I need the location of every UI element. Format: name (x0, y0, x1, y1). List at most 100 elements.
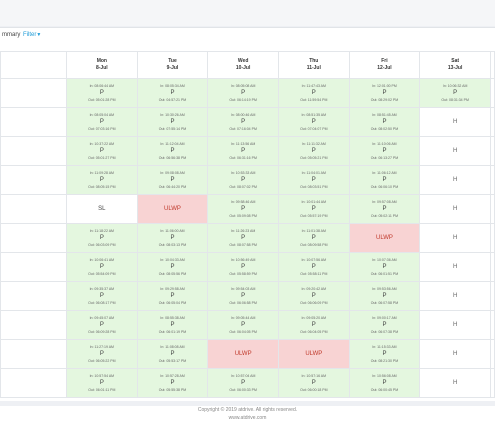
day-date: 8-Jul (95, 65, 108, 71)
attendance-cell-present[interactable]: In: 08:51:35 AM P Out: 07:04:07 PM (277, 107, 350, 137)
attendance-cell-present[interactable]: In: 11:13:56 AM P Out: 06:31:16 PM (207, 136, 279, 166)
attendance-cell-holiday[interactable]: H (419, 368, 491, 398)
attendance-cell-present[interactable]: In: 10:07:36 AM P Out: 06:01:51 PM (348, 252, 421, 282)
check-out-time: Out: 06:08:17 PM (88, 300, 116, 305)
attendance-cell-present[interactable]: In: 08:06:44 AM P Out: 05:01:28 PM (66, 78, 138, 108)
attendance-cell-holiday[interactable]: H (419, 136, 491, 166)
filter-button[interactable]: Filter▼ (23, 32, 41, 38)
attendance-cell-present[interactable]: In: 09:57:08 AM P Out: 05:02:11 PM (348, 194, 421, 224)
attendance-cell-present[interactable]: In: 10:56:49 AM P Out: 05:58:59 PM (207, 252, 279, 282)
attendance-cell-present[interactable]: In: 11:04:01 AM P Out: 08:03:51 PM (277, 165, 350, 195)
attendance-cell-ulwp[interactable]: ULWP (136, 194, 209, 224)
status-code: P (170, 234, 175, 241)
check-out-time: Out: 06:14:19 PM (229, 97, 257, 102)
status-code: H (452, 147, 458, 154)
attendance-table: Mon 8-Jul Tue 9-Jul Wed 10-Jul Thu 11-Jul Fr… (0, 51, 495, 398)
next-day-cell (490, 310, 495, 340)
attendance-cell-present[interactable]: In: 08:00:46 AM P Out: 07:16:04 PM (207, 107, 279, 137)
attendance-cell-present[interactable]: In: 08:05:04 AM P Out: 07:03:16 PM (66, 107, 138, 137)
check-out-time: Out: 06:06:10 PM (370, 184, 399, 189)
attendance-cell-holiday[interactable]: H (419, 194, 491, 224)
attendance-cell-present[interactable]: In: 10:30:26 AM P Out: 07:55:14 PM (136, 107, 209, 137)
attendance-cell-present[interactable]: In: 10:57:54 AM P Out: 06:01:11 PM (66, 368, 138, 398)
check-out-time: Out: 06:05:04 PM (158, 300, 187, 305)
site-link[interactable]: www.atdrive.com (0, 414, 495, 422)
attendance-cell-present[interactable]: In: 10:53:33 AM P Out: 08:07:02 PM (207, 165, 279, 195)
attendance-cell-present[interactable]: In: 09:35:37 AM P Out: 06:08:17 PM (66, 281, 138, 311)
attendance-cell-holiday[interactable]: H (419, 252, 491, 282)
day-name: Thu (309, 58, 319, 64)
attendance-cell-holiday[interactable]: H (419, 165, 491, 195)
attendance-cell-present[interactable]: In: 11:06:12 AM P Out: 06:06:10 PM (348, 165, 421, 195)
status-code: P (241, 379, 246, 386)
attendance-cell-ulwp[interactable]: ULWP (348, 223, 421, 253)
attendance-cell-present[interactable]: In: 10:57:04 AM P Out: 06:00:33 PM (207, 368, 279, 398)
attendance-cell-sl[interactable]: SL (66, 194, 138, 224)
attendance-cell-present[interactable]: In: 11:01:38 AM P Out: 08:09:58 PM (277, 223, 350, 253)
status-code: P (170, 263, 175, 270)
attendance-cell-present[interactable]: In: 09:53:56 AM P Out: 06:07:58 PM (348, 281, 421, 311)
attendance-cell-holiday[interactable]: H (419, 281, 491, 311)
attendance-cell-present[interactable]: In: 11:08:08 AM P Out: 05:53:17 PM (136, 339, 209, 369)
attendance-cell-present[interactable]: In: 10:04:33 AM P Out: 08:05:56 PM (136, 252, 209, 282)
attendance-cell-present[interactable]: In: 11:47:43 AM P Out: 11:59:54 PM (277, 78, 350, 108)
attendance-cell-present[interactable]: In: 08:55:38 AM P Out: 06:01:19 PM (136, 310, 209, 340)
status-code: P (382, 205, 387, 212)
attendance-cell-present[interactable]: In: 11:10:06 AM P Out: 06:13:27 PM (348, 136, 421, 166)
check-out-time: Out: 06:06:09 PM (300, 300, 328, 305)
check-out-time: Out: 06:13:27 PM (370, 155, 399, 160)
attendance-cell-present[interactable]: In: 11:26:23 AM P Out: 08:07:58 PM (207, 223, 279, 253)
attendance-cell-present[interactable]: In: 10:01:44 AM P Out: 05:57:19 PM (277, 194, 350, 224)
attendance-cell-holiday[interactable]: H (419, 223, 491, 253)
attendance-cell-holiday[interactable]: H (419, 310, 491, 340)
attendance-cell-present[interactable]: In: 11:18:22 AM P Out: 06:03:09 PM (66, 223, 138, 253)
attendance-cell-present[interactable]: In: 11:09:28 AM P Out: 08:05:15 PM (66, 165, 138, 195)
attendance-cell-present[interactable]: In: 10:06:41 AM P Out: 05:54:09 PM (66, 252, 138, 282)
attendance-cell-present[interactable]: In: 09:54:03 AM P Out: 06:06:58 PM (207, 281, 279, 311)
attendance-cell-present[interactable]: In: 10:56:08 AM P Out: 06:00:45 PM (348, 368, 421, 398)
check-out-time: Out: 07:16:04 PM (229, 126, 257, 131)
attendance-cell-present[interactable]: In: 09:00:17 AM P Out: 06:07:38 PM (348, 310, 421, 340)
attendance-cell-ulwp[interactable]: ULWP (277, 339, 350, 369)
day-name: Fri (381, 58, 388, 64)
check-out-time: Out: 06:00:33 PM (229, 387, 257, 392)
attendance-cell-present[interactable]: In: 08:05:08 AM P Out: 06:14:19 PM (207, 78, 279, 108)
check-out-time: Out: 08:09:58 PM (300, 242, 328, 247)
attendance-cell-present[interactable]: In: 09:29:58 AM P Out: 06:05:04 PM (136, 281, 209, 311)
check-out-time: Out: 07:55:14 PM (158, 126, 187, 131)
status-code: H (452, 292, 458, 299)
attendance-cell-present[interactable]: In: 10:57:16 AM P Out: 06:00:18 PM (277, 368, 350, 398)
attendance-cell-present[interactable]: In: 08:51:45 AM P Out: 08:02:50 PM (348, 107, 421, 137)
header-row: Mon 8-Jul Tue 9-Jul Wed 10-Jul Thu 11-Jul Fr… (0, 51, 495, 79)
attendance-cell-present[interactable]: In: 10:06:32 AM P Out: 08:31:34 PM (419, 78, 491, 108)
check-out-time: Out: 08:03:13 PM (158, 242, 187, 247)
attendance-cell-present[interactable]: In: 10:57:28 AM P Out: 05:55:38 PM (136, 368, 209, 398)
table-row: In: 10:57:54 AM P Out: 06:01:11 PM In: 10:5… (0, 368, 495, 398)
attendance-cell-present[interactable]: In: 11:12:04 AM P Out: 06:56:38 PM (136, 136, 209, 166)
attendance-cell-present[interactable]: In: 11:11:32 AM P Out: 05:05:21 PM (277, 136, 350, 166)
attendance-cell-present[interactable]: In: 09:58:46 AM P Out: 05:09:08 PM (207, 194, 279, 224)
attendance-cell-ulwp[interactable]: ULWP (207, 339, 279, 369)
status-code: P (311, 379, 316, 386)
attendance-cell-holiday[interactable]: H (419, 107, 491, 137)
status-code: P (241, 234, 246, 241)
attendance-cell-present[interactable]: In: 09:05:44 AM P Out: 06:04:05 PM (207, 310, 279, 340)
day-header: Sat 13-Jul (419, 51, 491, 79)
attendance-cell-present[interactable]: In: 09:05:20 AM P Out: 06:04:05 PM (277, 310, 350, 340)
attendance-cell-holiday[interactable]: H (419, 339, 491, 369)
attendance-cell-present[interactable]: In: 09:08:08 AM P Out: 06:44:20 PM (136, 165, 209, 195)
check-out-time: Out: 05:57:19 PM (300, 213, 328, 218)
attendance-cell-present[interactable]: In: 10:07:56 AM P Out: 05:58:11 PM (277, 252, 350, 282)
status-code: P (311, 234, 316, 241)
attendance-cell-present[interactable]: In: 12:01:00 PM P Out: 08:29:02 PM (348, 78, 421, 108)
attendance-cell-present[interactable]: In: 11:15:33 AM P Out: 08:21:30 PM (348, 339, 421, 369)
attendance-cell-present[interactable]: In: 09:20:42 AM P Out: 06:06:09 PM (277, 281, 350, 311)
attendance-cell-present[interactable]: In: 08:05:34 AM P Out: 04:57:21 PM (136, 78, 209, 108)
funnel-icon: ▼ (36, 32, 42, 38)
attendance-cell-present[interactable]: In: 11:06:00 AM P Out: 08:03:13 PM (136, 223, 209, 253)
attendance-cell-present[interactable]: In: 11:27:19 AM P Out: 06:05:22 PM (66, 339, 138, 369)
attendance-cell-present[interactable]: In: 09:45:07 AM P Out: 06:09:28 PM (66, 310, 138, 340)
attendance-cell-present[interactable]: In: 10:37:22 AM P Out: 05:01:27 PM (66, 136, 138, 166)
status-code: P (170, 321, 175, 328)
summary-tab[interactable]: mmary (2, 32, 20, 38)
